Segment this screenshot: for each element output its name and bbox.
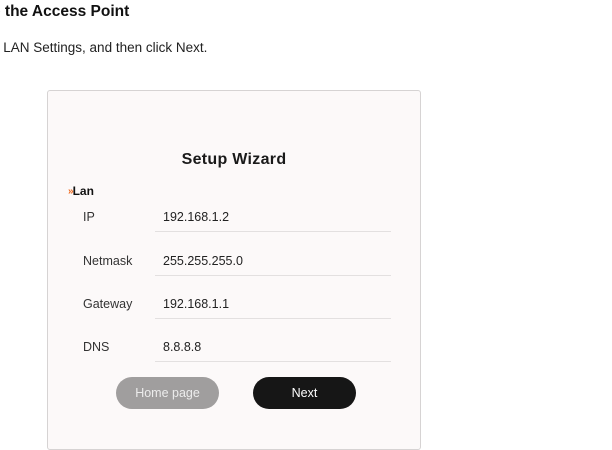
instruction-text: n LAN Settings, and then click Next.: [0, 40, 208, 55]
ip-label: IP: [83, 210, 95, 224]
ip-row: IP 192.168.1.2: [83, 210, 391, 236]
ip-field[interactable]: 192.168.1.2: [163, 210, 229, 224]
field-divider: [155, 361, 391, 362]
gateway-row: Gateway 192.168.1.1: [83, 297, 391, 323]
wizard-title: Setup Wizard: [181, 151, 287, 168]
field-divider: [155, 318, 391, 319]
gateway-label: Gateway: [83, 297, 133, 311]
netmask-label: Netmask: [83, 254, 133, 268]
field-divider: [155, 275, 391, 276]
netmask-row: Netmask 255.255.255.0: [83, 254, 391, 280]
lan-section-label: Lan: [72, 184, 94, 198]
page-heading: e the Access Point: [0, 3, 130, 20]
setup-wizard-panel: Setup Wizard » Lan IP 192.168.1.2 Netmas…: [47, 90, 421, 450]
dns-label: DNS: [83, 340, 110, 354]
next-button[interactable]: Next: [253, 377, 356, 409]
double-chevron-right-icon: »: [68, 185, 73, 197]
dns-row: DNS 8.8.8.8: [83, 340, 391, 366]
gateway-field[interactable]: 192.168.1.1: [163, 297, 229, 311]
dns-field[interactable]: 8.8.8.8: [163, 340, 201, 354]
lan-section-header: » Lan: [68, 184, 94, 198]
home-page-button[interactable]: Home page: [116, 377, 219, 409]
netmask-field[interactable]: 255.255.255.0: [163, 254, 243, 268]
field-divider: [155, 231, 391, 232]
